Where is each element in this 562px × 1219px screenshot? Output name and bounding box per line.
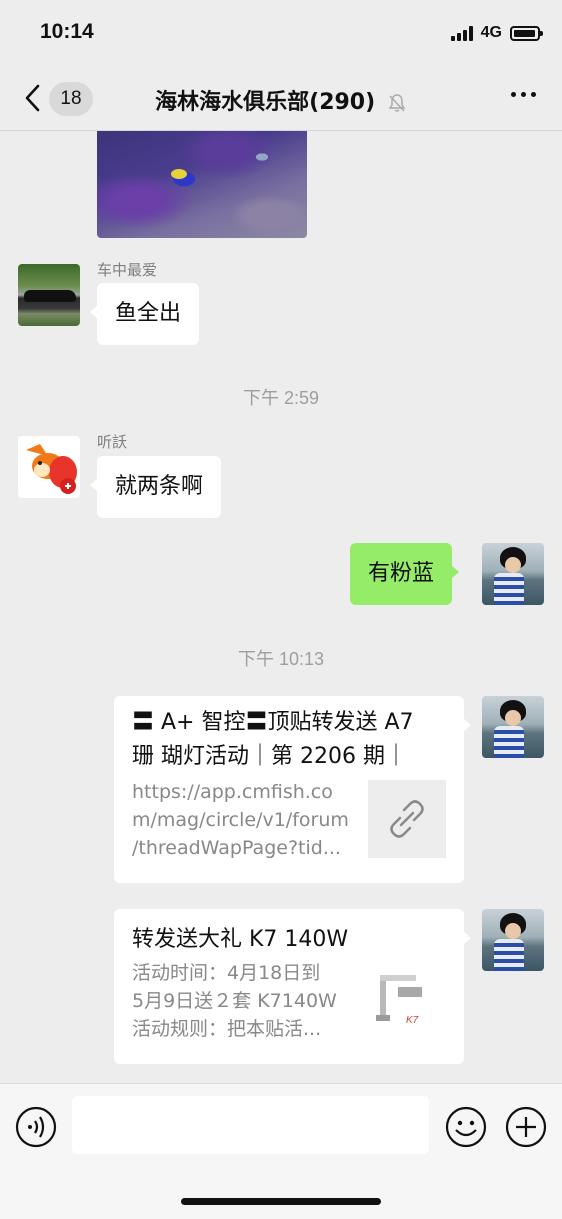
svg-text:K7: K7 bbox=[406, 1015, 419, 1026]
link-card[interactable]: 〓 A+ 智控〓顶贴转发送 A7 珊 瑚灯活动｜第 2206 期｜ https:… bbox=[114, 696, 471, 883]
lamp-image: K7 bbox=[376, 975, 422, 1026]
avatar[interactable] bbox=[18, 264, 80, 326]
signal-icon bbox=[450, 25, 473, 41]
link-card-title: 转发送大礼 K7 140W bbox=[132, 927, 349, 952]
message-bubble[interactable]: 鱼全出 bbox=[89, 283, 200, 345]
fish-tank-image[interactable] bbox=[97, 131, 307, 238]
message-list[interactable]: 车中最爱 鱼全出 下午 2:59 听訞 就两条啊 有粉蓝 下午 10:13 〓 … bbox=[0, 131, 562, 1083]
more-icon[interactable] bbox=[511, 92, 536, 97]
avatar-self[interactable] bbox=[482, 696, 544, 758]
avatar[interactable] bbox=[18, 436, 80, 498]
link-thumbnail bbox=[368, 780, 446, 858]
link-icon bbox=[390, 800, 424, 838]
avatar-self[interactable] bbox=[482, 543, 544, 605]
sender-name: 听訞 bbox=[97, 433, 128, 451]
sender-name: 车中最爱 bbox=[97, 261, 158, 279]
link-card-title: 〓 A+ 智控〓顶贴转发送 A7 珊 瑚灯活动｜第 2206 期｜ bbox=[132, 710, 414, 769]
avatar-self[interactable] bbox=[482, 909, 544, 971]
timestamp: 下午 10:13 bbox=[237, 649, 325, 669]
status-indicators: 4G bbox=[450, 24, 543, 42]
fox-icon bbox=[26, 444, 77, 494]
link-card[interactable]: 转发送大礼 K7 140W 活动时间：4月18日到 5月9日送２套 K7140W… bbox=[114, 909, 471, 1064]
home-indicator[interactable] bbox=[181, 1198, 381, 1205]
network-type: 4G bbox=[480, 24, 502, 41]
message-bubble[interactable]: 就两条啊 bbox=[89, 456, 222, 518]
timestamp: 下午 2:59 bbox=[242, 388, 320, 408]
plus-icon[interactable] bbox=[505, 1106, 547, 1148]
chat-title[interactable]: 海林海水俱乐部(290) bbox=[0, 84, 562, 116]
status-bar: 10:14 4G bbox=[0, 0, 562, 70]
chat-title-text: 海林海水俱乐部(290) bbox=[155, 90, 376, 115]
message-bubble-self[interactable]: 有粉蓝 bbox=[350, 543, 460, 605]
link-card-description: 活动时间：4月18日到 5月9日送２套 K7140W 活动规则：把本贴活... bbox=[132, 962, 337, 1040]
message-input[interactable] bbox=[72, 1096, 429, 1154]
battery-icon bbox=[510, 25, 543, 41]
lamp-product-thumbnail: K7 bbox=[368, 969, 446, 1047]
status-time: 10:14 bbox=[40, 20, 94, 43]
link-card-description: https://app.cmfish.co m/mag/circle/v1/fo… bbox=[132, 781, 349, 859]
mute-icon bbox=[388, 94, 406, 112]
emoji-icon[interactable] bbox=[445, 1106, 487, 1148]
chat-header: 18 海林海水俱乐部(290) bbox=[0, 70, 562, 131]
voice-icon[interactable] bbox=[15, 1106, 57, 1148]
